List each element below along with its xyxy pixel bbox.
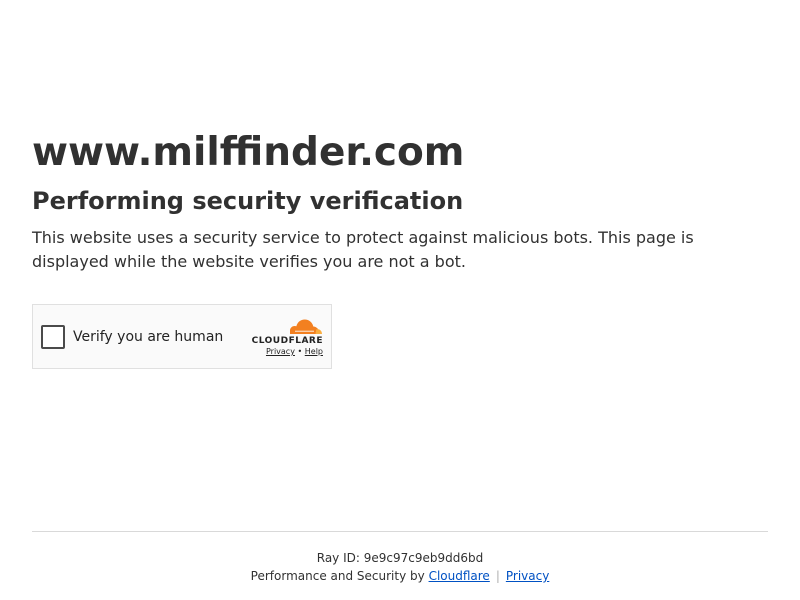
widget-privacy-link[interactable]: Privacy [266, 347, 295, 356]
verify-label[interactable]: Verify you are human [73, 327, 223, 347]
ray-id-value: 9e9c97c9eb9dd6bd [363, 551, 484, 565]
cloudflare-link[interactable]: Cloudflare [429, 569, 490, 583]
footer: Ray ID: 9e9c97c9eb9dd6bd Performance and… [32, 531, 768, 584]
verify-checkbox[interactable] [41, 325, 65, 349]
footer-privacy-link[interactable]: Privacy [506, 569, 549, 583]
main-content: www.milffinder.com Performing security v… [32, 128, 768, 274]
performance-line: Performance and Security by Cloudflare | P… [32, 568, 768, 584]
site-name: www.milffinder.com [32, 130, 465, 175]
link-separator: • [297, 347, 303, 356]
ray-id-label: Ray ID: [316, 551, 360, 565]
turnstile-widget: Verify you are human CLOUDFLARE Privacy … [32, 304, 332, 369]
widget-links: Privacy • Help [243, 346, 323, 358]
ray-id: Ray ID: 9e9c97c9eb9dd6bd [32, 550, 768, 566]
cloudflare-cloud-icon [290, 319, 322, 334]
cloudflare-branding: CLOUDFLARE Privacy • Help [243, 317, 323, 358]
performance-text: Performance and Security by [250, 569, 425, 583]
page-description: This website uses a security service to … [32, 228, 694, 271]
challenge-page: www.milffinder.com Performing security v… [0, 0, 800, 600]
footer-separator: | [495, 569, 500, 583]
page-heading: Performing security verification [32, 187, 464, 215]
widget-help-link[interactable]: Help [305, 347, 323, 356]
cloudflare-wordmark: CLOUDFLARE [251, 336, 323, 346]
